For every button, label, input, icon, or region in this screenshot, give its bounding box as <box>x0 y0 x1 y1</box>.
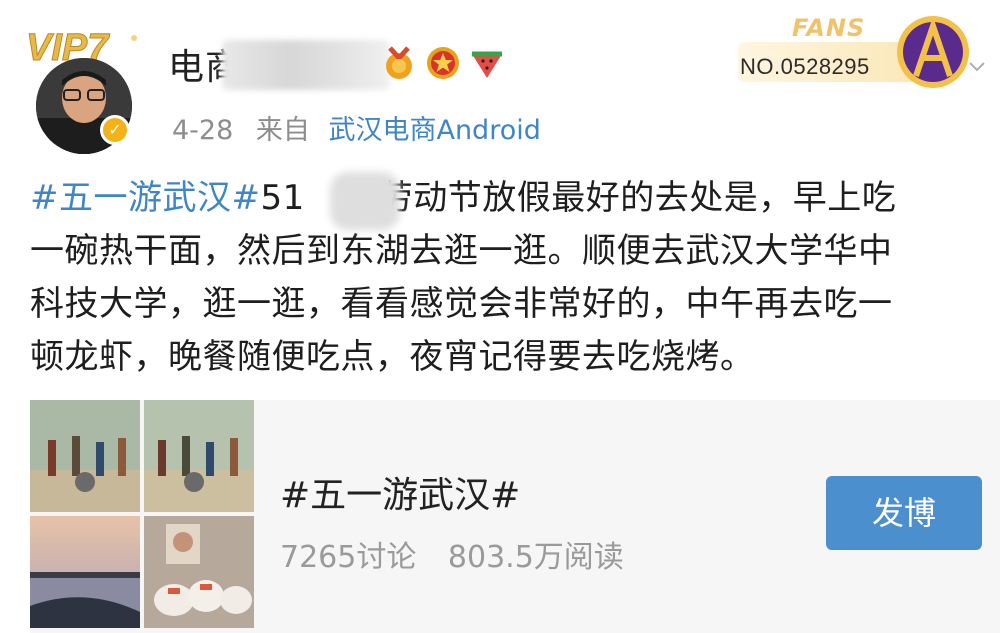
medal-icon[interactable] <box>380 44 418 82</box>
post-source[interactable]: 武汉电商Android <box>328 115 540 146</box>
post-line-1: #五一游武汉#51 劳动节放假最好的去处是，早上吃 <box>30 172 990 225</box>
topic-thumbnail-3 <box>30 516 140 628</box>
post-text: #五一游武汉#51 劳动节放假最好的去处是，早上吃 一碗热干面，然后到东湖去逛一逛… <box>30 172 990 384</box>
chevron-down-icon[interactable] <box>968 58 986 76</box>
topic-reads: 803.5万阅读 <box>447 540 624 575</box>
post-button[interactable]: 发博 <box>826 476 982 550</box>
topic-discussions: 7265讨论 <box>280 540 417 575</box>
topic-thumbnail-4 <box>144 516 254 628</box>
watermelon-icon[interactable] <box>468 44 506 82</box>
topic-title[interactable]: #五一游武汉# <box>280 466 520 518</box>
post-meta: 4-28 来自 武汉电商Android <box>172 108 541 147</box>
topic-thumbnail-1 <box>30 400 140 512</box>
post-line-1a: 51 <box>260 178 305 218</box>
post-line-3: 科技大学，逛一逛，看看感觉会非常好的，中午再去吃一 <box>30 284 893 324</box>
verified-icon: ✓ <box>100 115 130 145</box>
text-redaction <box>330 172 400 230</box>
name-redaction <box>222 40 390 90</box>
post-line-4: 顿龙虾，晚餐随便吃点，夜宵记得要去吃烧烤。 <box>30 337 755 377</box>
star-medal-icon[interactable] <box>424 44 462 82</box>
fans-number: NO.0528295 <box>740 54 870 79</box>
topic-thumbnail-2 <box>144 400 254 512</box>
post-hashtag[interactable]: #五一游武汉# <box>30 178 260 218</box>
medal-row <box>380 44 506 84</box>
post-line-2: 一碗热干面，然后到东湖去逛一逛。顺便去武汉大学华中 <box>30 231 893 271</box>
from-label: 来自 <box>255 115 310 146</box>
fans-label: FANS <box>792 14 866 42</box>
post-date[interactable]: 4-28 <box>172 115 233 146</box>
post-line-1b: 劳动节放假最好的去处是，早上吃 <box>378 178 897 218</box>
topic-stats: 7265讨论 803.5万阅读 <box>280 532 624 576</box>
